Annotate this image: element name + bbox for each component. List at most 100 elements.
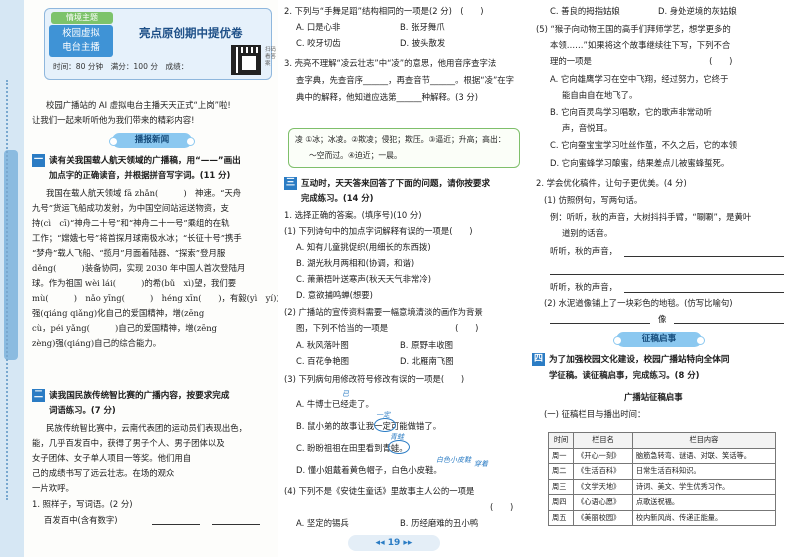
schedule-table: 时间 栏目名 栏目内容 周一 《开心一刻》 脑筋急转弯、谜语、对联、笑话等。 周… xyxy=(547,432,777,526)
section-pill-notice: 征稿启事 xyxy=(613,332,705,347)
qr-note: 扫码看答案 xyxy=(265,47,277,67)
theme-tag: 情境主题 xyxy=(51,12,113,24)
section-2-title: 读我国民族传统智比赛的广播内容，按要求完成 xyxy=(49,391,230,401)
section-4-title-2: 学征稿。读征稿启事，完成练习。(8 分) xyxy=(549,370,700,380)
section-3-number: 三 xyxy=(284,176,297,190)
answer-blank[interactable] xyxy=(624,292,784,293)
answer-blank[interactable] xyxy=(550,323,650,324)
s1-q3-option-b[interactable]: B. 鼠小弟的故事让我一定可能做错了。 xyxy=(296,419,441,433)
page-number-badge[interactable]: ◂◂ 19 ▸▸ xyxy=(348,535,440,551)
s1-q5-option-a[interactable]: A. 它向雄鹰学习在空中飞翔，经过努力，它终于 xyxy=(550,72,728,86)
news-line-11: zèng)强(qiáng)自己的综合能力。 xyxy=(32,338,162,348)
theme-line2: 电台主播 xyxy=(62,42,100,53)
edit-circle xyxy=(388,440,410,454)
qr-code-icon[interactable] xyxy=(231,45,261,75)
section-2-number: 二 xyxy=(32,388,45,402)
s1-q1-option-a[interactable]: A. 知有儿童挑促织(用细长的东西拨) xyxy=(296,240,431,254)
notice-title: 广播站征稿启事 xyxy=(624,392,683,402)
answer-blank[interactable] xyxy=(674,323,784,324)
section-2-title-2: 词语练习。(7 分) xyxy=(49,405,116,415)
section-4-number: 四 xyxy=(532,352,545,366)
s1-q5-option-c[interactable]: C. 它向蚕宝宝学习吐丝作茧，不久之后，它的本领 xyxy=(550,138,737,152)
section-3-header: 三 互动时，天天答来回答了下面的问题，请你按要求 xyxy=(284,176,490,190)
right-page: C. 善良的拇指姑娘 D. 身处逆境的灰姑娘 (5) “猴子向动物王国的高手们拜… xyxy=(528,0,800,557)
question-3-line-3: 典中的解释，他知道应选第______种解释。(3 分) xyxy=(296,92,479,102)
answer-blank[interactable] xyxy=(152,524,200,525)
table-cell: 周一 xyxy=(547,447,575,464)
table-cell: 校内新风尚、传递正能量。 xyxy=(631,509,777,526)
s1-q2-line-2: 图，下列不恰当的一项是 ( ) xyxy=(296,323,479,333)
q2-option-d[interactable]: D. 披头散发 xyxy=(400,36,445,50)
q2-option-b[interactable]: B. 张牙舞爪 xyxy=(400,20,445,34)
table-cell: 诗词、美文、学生优秀习作。 xyxy=(631,478,777,495)
table-cell: 《开心一刻》 xyxy=(573,447,633,464)
listen-line-2: 听听，秋的声音， xyxy=(550,282,617,292)
news-line-3: 持(cì cī)“神舟二十号”和“神舟二十一号”乘组的在轨 xyxy=(32,218,230,228)
edit-mark-3: 青蛙 xyxy=(390,433,404,441)
column-header: 时间 xyxy=(547,432,575,449)
s1-q2-option-d[interactable]: D. 北雁南飞图 xyxy=(400,354,454,368)
next-page-icon[interactable]: ▸▸ xyxy=(403,538,412,548)
s2-q1: (1) 仿照例句，写两句话。 xyxy=(544,195,643,205)
contest-line-1: 民族传统智比赛中，云南代表团的运动员们表现出色， xyxy=(46,423,247,433)
news-line-7: 球。作为祖国 wèi lái( )的希(bǔ xì)望，我们要 xyxy=(32,278,237,288)
s1-q2: (2) 广播站的宣传资料需要一幅意境清淡的画作为背景 xyxy=(284,307,483,317)
s1-q4-option-b[interactable]: B. 历经磨难的丑小鸭 xyxy=(400,516,478,530)
contest-line-4: 己的成绩书写了远云壮志。在场的观众 xyxy=(32,468,175,478)
question-1-example: 百发百中(含有数字) xyxy=(44,515,118,525)
answer-blank[interactable] xyxy=(212,524,260,525)
s2-q2-like: 像 xyxy=(658,314,667,324)
question-3-line-2: 查字典，先查音序______，再查音节______。根据“凌”在字 xyxy=(296,75,515,85)
news-line-5: “梦舟”载人飞船、“揽月”月面着陆器、“探索”登月服 xyxy=(32,248,226,258)
listen-line-1: 听听，秋的声音， xyxy=(550,246,617,256)
s1-q5-option-b[interactable]: B. 它向百灵鸟学习唱歌，它的歌声非常动听 xyxy=(550,105,712,119)
s1-q3-option-d[interactable]: D. 懂小姐戴着黄色帽子，白色小皮鞋。 xyxy=(296,463,442,477)
exam-title: 亮点原创期中提优卷 xyxy=(139,26,243,40)
s1-q4-option-d[interactable]: D. 身处逆境的灰姑娘 xyxy=(658,4,737,18)
s1-q1-option-d[interactable]: D. 意欲捕鸣蝉(想要) xyxy=(296,288,373,302)
table-row: 周三 《文学天地》 诗词、美文、学生优秀习作。 xyxy=(547,478,777,495)
s1-q5-option-b-2: 声，音悦耳。 xyxy=(562,123,613,133)
table-cell: 点歌送祝福。 xyxy=(631,494,777,511)
table-cell: 《心语心愿》 xyxy=(573,494,633,511)
s1-q5-option-d[interactable]: D. 它向蜜蜂学习酿蜜，结果差点儿被蜜蜂蜇死。 xyxy=(550,156,729,170)
answer-blank[interactable] xyxy=(624,256,784,257)
question-2: 2. 下列与“手舞足蹈”结构相同的一项是(2 分) ( ) xyxy=(284,6,484,16)
section-3-title: 互动时，天天答来回答了下面的问题，请你按要求 xyxy=(301,179,491,189)
section-1-title: 读有关我国载人航天领域的广播稿，用“——”画出 xyxy=(49,156,241,166)
news-line-2: 九号”货运飞船成功发射，为中国空间站运送物资，支 xyxy=(32,203,229,213)
edit-mark-1: 已 xyxy=(342,390,349,398)
s1-q2-option-c[interactable]: C. 百花争艳图 xyxy=(296,354,349,368)
s1-q5-line-2: 本领……”如果将这个故事继续往下写，下列不合 xyxy=(550,40,731,50)
s1-q4-option-a[interactable]: A. 坚定的锡兵 xyxy=(296,516,349,530)
s1-q1-option-c[interactable]: C. 萧萧梧叶送寒声(秋天天气非常冷) xyxy=(296,272,431,286)
table-cell: 日常生活百科知识。 xyxy=(631,463,777,480)
section-1-header: 一 读有关我国载人航天领域的广播稿，用“——”画出 xyxy=(32,153,241,167)
s2-q2: (2) 水泥道像铺上了一块彩色的地毯。(仿写比喻句) xyxy=(544,298,733,308)
table-cell: 脑筋急转弯、谜语、对联、笑话等。 xyxy=(631,447,777,464)
q2-option-c[interactable]: C. 咬牙切齿 xyxy=(296,36,341,50)
edit-circle xyxy=(374,418,396,432)
notice-subtitle: (一) 征稿栏目与播出时间： xyxy=(544,409,646,419)
table-cell: 周四 xyxy=(547,494,575,511)
news-line-4: 工作；“嫦娥七号”将首探月球南极水冰；“长征十号”携手 xyxy=(32,233,242,243)
question-1: 1. 照样子，写词语。(2 分) xyxy=(32,499,133,509)
news-line-8: mù( ) nǎo yīng( ) héng xīn( )，有毅(yì yí)力… xyxy=(32,293,278,303)
table-cell: 周五 xyxy=(547,509,575,526)
middle-page: 2. 下列与“手舞足蹈”结构相同的一项是(2 分) ( ) A. 口是心非 B.… xyxy=(278,0,528,557)
s1-q5-line-3: 理的一项是 ( ) xyxy=(550,56,733,66)
s1-q4-option-c[interactable]: C. 善良的拇指姑娘 xyxy=(550,4,620,18)
answer-blank[interactable] xyxy=(550,274,784,275)
s1-q1-option-b[interactable]: B. 湖光秋月两相和(协调，和谐) xyxy=(296,256,414,270)
s1-q2-option-a[interactable]: A. 秋风落叶图 xyxy=(296,338,349,352)
binding-holes xyxy=(6,80,16,500)
dictionary-box: 凌 ①冰；冰凌。②欺凌；侵犯；欺压。③逼近；升高；高出： ～空而过。④迫近；一晨… xyxy=(288,128,520,168)
prev-page-icon[interactable]: ◂◂ xyxy=(376,538,388,548)
news-line-10: cù，péi yǎng( )自己的爱国精神，增(zēng xyxy=(32,323,218,333)
exam-info: 时间：80 分钟 满分：100 分 成绩： xyxy=(53,62,189,71)
s1-q2-option-b[interactable]: B. 原野丰收图 xyxy=(400,338,453,352)
s1-q3-option-a[interactable]: A. 牛博士已经走了。 xyxy=(296,397,374,411)
table-header-row: 时间 栏目名 栏目内容 xyxy=(547,432,777,449)
q2-option-a[interactable]: A. 口是心非 xyxy=(296,20,340,34)
section-4-title: 为了加强校园文化建设，校园广播站特向全体同 xyxy=(549,355,730,365)
